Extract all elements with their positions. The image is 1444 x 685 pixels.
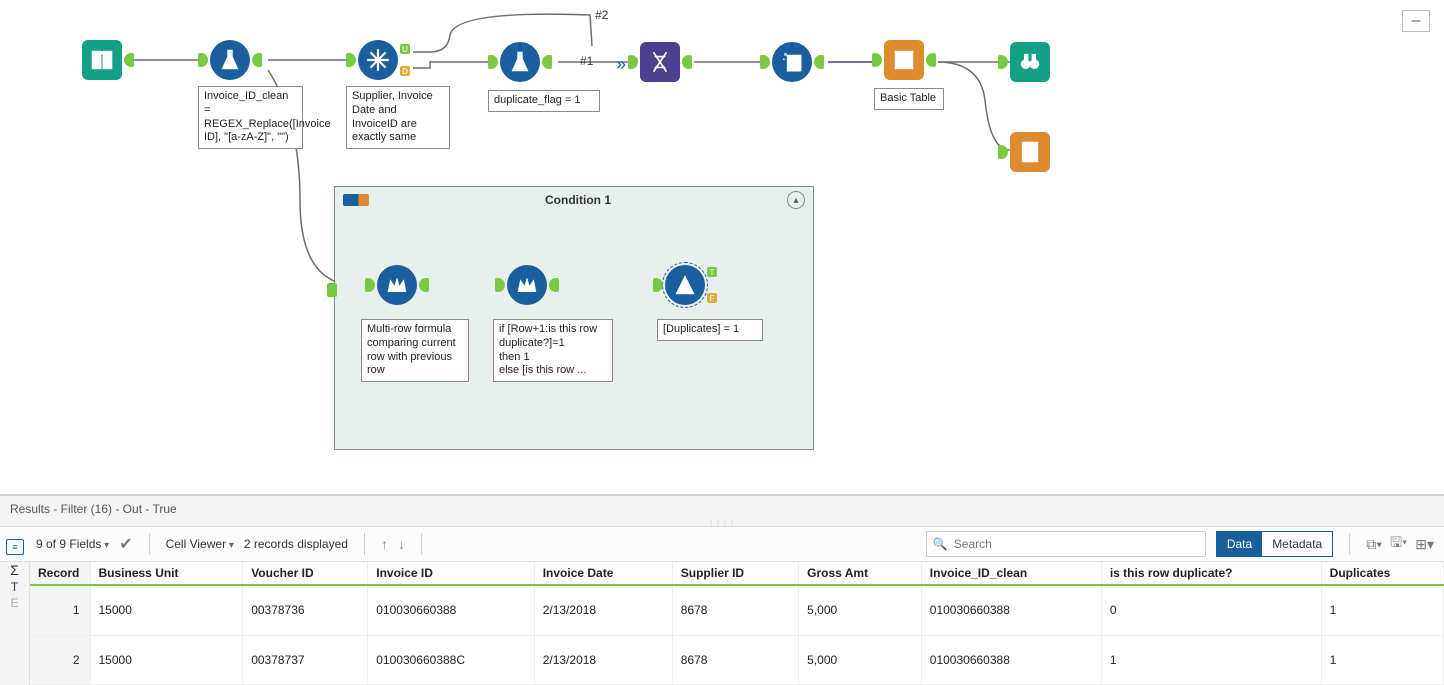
multirow-tool-1[interactable] (377, 265, 417, 305)
gutter-e-icon[interactable]: E (10, 596, 18, 610)
browse-tool-1[interactable] (1010, 42, 1050, 82)
workflow-canvas[interactable]: – Invoice_ID_clean = REGEX_Replace([Invo… (0, 0, 1444, 490)
dna-tool[interactable] (640, 42, 680, 82)
dna-icon (647, 49, 673, 75)
toggle-metadata[interactable]: Metadata (1262, 532, 1332, 556)
toggle-data[interactable]: Data (1217, 532, 1262, 556)
collapse-button[interactable]: ▴ (787, 191, 805, 209)
col-isdup[interactable]: is this row duplicate? (1101, 562, 1321, 585)
search-field[interactable] (954, 537, 1199, 551)
annotation-basic-table: Basic Table (874, 88, 944, 110)
connector-label-1: #1 (580, 54, 593, 68)
table-row[interactable]: 2 15000 00378737 010030660388C 2/13/2018… (30, 635, 1444, 684)
table-header-row: Record Business Unit Voucher ID Invoice … (30, 562, 1444, 585)
annotation-dupflag: duplicate_flag = 1 (488, 90, 600, 112)
container-title: Condition 1 (377, 193, 779, 207)
popout-icon[interactable]: ⊞▾ (1415, 536, 1434, 553)
browse-tool-2[interactable] (1010, 132, 1050, 172)
filter-tool[interactable]: T F (665, 265, 705, 305)
col-clean[interactable]: Invoice_ID_clean (921, 562, 1101, 585)
binoculars-icon (1017, 49, 1043, 75)
input-data-tool[interactable] (82, 40, 122, 80)
crown-icon (384, 272, 410, 298)
sparkle-grid-icon (779, 49, 805, 75)
results-panel: Results - Filter (16) - Out - True ⋮⋮⋮⋮ … (0, 494, 1444, 685)
results-title: Results - Filter (16) - Out - True (0, 496, 1444, 522)
crown-icon (514, 272, 540, 298)
flask-icon (507, 49, 533, 75)
records-displayed-label: 2 records displayed (244, 537, 348, 551)
formula-tool-regex[interactable] (210, 40, 250, 80)
unique-tool[interactable]: U D (358, 40, 398, 80)
port-f: F (707, 293, 717, 303)
table-icon (891, 47, 917, 73)
gutter-sigma-icon[interactable]: Σ (10, 562, 19, 578)
port-t: T (707, 267, 717, 277)
annotation-multirow: Multi-row formula comparing current row … (361, 319, 469, 382)
copy-icon[interactable]: ⧉▾ (1366, 536, 1382, 553)
connector-label-2: #2 (595, 8, 608, 22)
results-table[interactable]: Record Business Unit Voucher ID Invoice … (30, 562, 1444, 685)
col-date[interactable]: Invoice Date (534, 562, 672, 585)
formula-tool-flag[interactable] (500, 42, 540, 82)
save-icon[interactable]: 🖫▾ (1390, 532, 1407, 556)
fields-dropdown[interactable]: 9 of 9 Fields (36, 537, 109, 551)
search-icon: 🔍 (933, 537, 948, 551)
delta-icon (672, 272, 698, 298)
annotation-ifrow: if [Row+1:is this row duplicate?]=1 then… (493, 319, 613, 382)
arrow-up-icon[interactable]: ↑ (381, 536, 388, 552)
annotation-regex: Invoice_ID_clean = REGEX_Replace([Invoic… (198, 86, 303, 149)
report-icon (1017, 139, 1043, 165)
search-input[interactable]: 🔍 (926, 531, 1206, 557)
table-tool[interactable] (884, 40, 924, 80)
col-bu[interactable]: Business Unit (90, 562, 243, 585)
check-icon[interactable]: ✔ (119, 534, 132, 554)
data-metadata-toggle[interactable]: Data Metadata (1216, 531, 1333, 557)
table-row[interactable]: 1 15000 00378736 010030660388 2/13/2018 … (30, 585, 1444, 635)
multirow-tool-2[interactable] (507, 265, 547, 305)
condition-container[interactable]: Condition 1 ▴ Multi-row formula comparin… (334, 186, 814, 450)
join-arrows-icon: » (616, 54, 626, 75)
col-voucher[interactable]: Voucher ID (243, 562, 368, 585)
gutter-lines-icon[interactable]: ≡ (6, 539, 24, 555)
container-icon (343, 194, 369, 206)
port-d: D (400, 66, 410, 76)
minimize-button[interactable]: – (1402, 10, 1430, 32)
arrow-down-icon[interactable]: ↓ (398, 536, 405, 552)
gutter-t-icon[interactable]: T (11, 580, 18, 594)
results-toolbar: ≡ 9 of 9 Fields ✔ Cell Viewer 2 records … (0, 526, 1444, 562)
col-dups[interactable]: Duplicates (1321, 562, 1443, 585)
col-amt[interactable]: Gross Amt (799, 562, 922, 585)
port-u: U (400, 44, 410, 54)
flask-icon (217, 47, 243, 73)
snowflake-icon (365, 47, 391, 73)
col-invoice[interactable]: Invoice ID (368, 562, 534, 585)
annotation-unique: Supplier, Invoice Date and InvoiceID are… (346, 86, 450, 149)
annotation-duplicates: [Duplicates] = 1 (657, 319, 763, 341)
book-icon (89, 47, 115, 73)
data-cleanse-tool[interactable] (772, 42, 812, 82)
col-record[interactable]: Record (30, 562, 90, 585)
col-supplier[interactable]: Supplier ID (672, 562, 798, 585)
cell-viewer-dropdown[interactable]: Cell Viewer (166, 537, 234, 551)
